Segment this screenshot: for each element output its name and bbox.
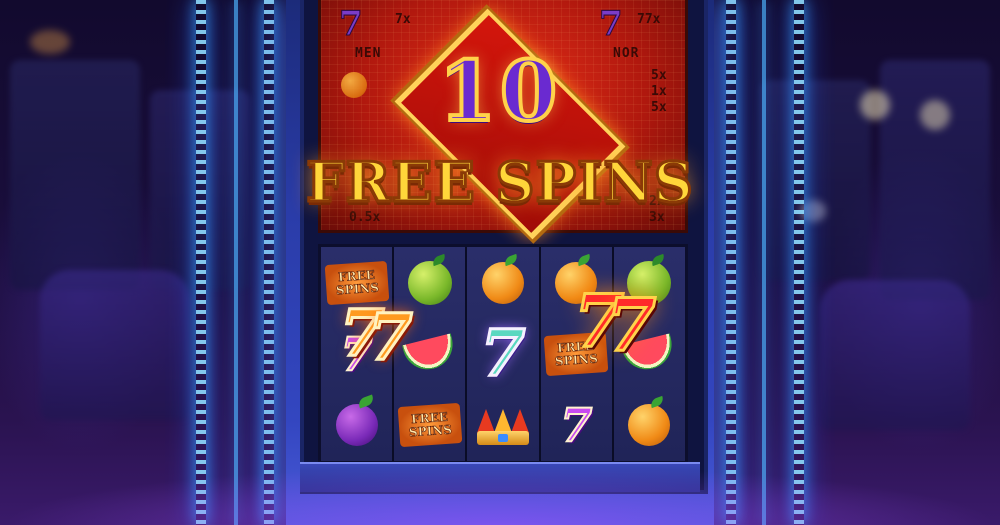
plum-symbol-icon	[335, 404, 378, 447]
reel-3: 7	[467, 247, 541, 461]
bg-chair-right	[820, 280, 970, 430]
orange-symbol-icon	[628, 404, 671, 447]
reel-cell	[321, 390, 392, 461]
bg-chair-left	[40, 270, 190, 420]
seven-symbol-fire-1: 7	[572, 278, 625, 363]
reel-cell: 7	[541, 390, 612, 461]
floor-glow	[0, 465, 1000, 525]
lime-symbol-icon	[407, 260, 452, 305]
watermelon-symbol-icon	[401, 333, 458, 375]
orange-symbol-icon	[482, 261, 524, 304]
reel-cell: 7	[467, 318, 538, 389]
seven-symbol-large-left: 7	[339, 296, 386, 371]
reel-cell: FREE SPINS	[394, 390, 465, 461]
seven-symbol-large-left-2: 7	[367, 300, 414, 375]
reel-cell	[394, 247, 465, 318]
paytable-mult-right: 77x	[637, 12, 661, 27]
crown-peak	[477, 409, 495, 434]
seven-symbol-fire-2: 7	[604, 282, 657, 367]
free-spins-count: 10	[437, 42, 562, 142]
seven-holo-symbol: 7	[479, 315, 527, 391]
reel-cell	[467, 247, 538, 318]
free-spins-symbol: FREE SPINS	[397, 403, 463, 448]
paytable-seven-left: 7	[339, 4, 364, 45]
crown-peak	[494, 409, 512, 434]
reel-cell	[614, 390, 685, 461]
crown-peak	[511, 409, 529, 434]
crown-symbol-icon	[477, 405, 529, 446]
free-spins-headline: FREE SPINS	[305, 149, 695, 216]
seven-symbol: 7	[559, 398, 593, 453]
paytable-seven-right: 7	[599, 4, 624, 45]
reel-2: FREE SPINS	[394, 247, 468, 461]
paytable-mult-left: 7x	[395, 12, 411, 27]
crown-gem	[498, 434, 508, 443]
reel-cell	[394, 318, 465, 389]
reel-cell	[467, 390, 538, 461]
